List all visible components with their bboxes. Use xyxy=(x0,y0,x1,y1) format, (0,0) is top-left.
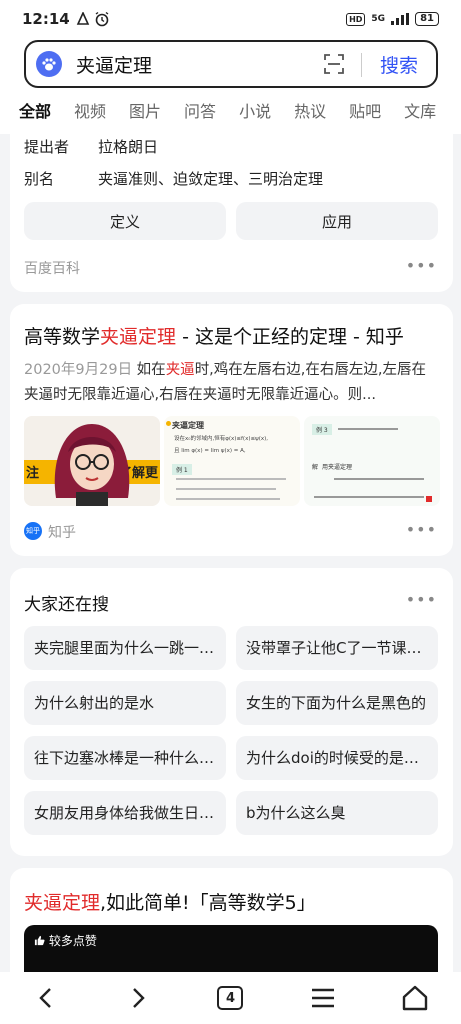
related-title: 大家还在搜 xyxy=(24,595,109,615)
search-header: 夹逼定理 搜索 全部 视频 图片 问答 小说 热议 贴吧 文库 xyxy=(0,38,461,134)
source-label[interactable]: 知乎 xyxy=(48,522,76,542)
thumbnail-example-slide[interactable]: 例 3 解 用夹逼定理 xyxy=(304,416,440,506)
alarm-icon xyxy=(95,11,109,27)
zhihu-result-card[interactable]: 高等数学夹逼定理 - 这是个正经的定理 - 知乎 2020年9月29日 如在夹逼… xyxy=(10,304,453,556)
alias-value: 夹逼准则、迫敛定理、三明治定理 xyxy=(98,170,324,188)
related-item[interactable]: 为什么doi的时候受的是哪方 xyxy=(236,736,438,780)
related-item[interactable]: b为什么这么臭 xyxy=(236,791,438,835)
popular-badge: 较多点赞 xyxy=(34,932,97,949)
proposer-value: 拉格朗日 xyxy=(98,138,159,156)
related-item[interactable]: 女朋友用身体给我做生日礼物 xyxy=(24,791,226,835)
related-item[interactable]: 夹完腿里面为什么一跳一跳的 xyxy=(24,626,226,670)
result-title[interactable]: 高等数学夹逼定理 - 这是个正经的定理 - 知乎 xyxy=(24,322,404,349)
related-item[interactable]: 往下边塞冰棒是一种什么体验 xyxy=(24,736,226,780)
related-item[interactable]: 女生的下面为什么是黑色的 xyxy=(236,681,438,725)
baike-card: 提出者 拉格朗日 别名 夹逼准则、迫敛定理、三明治定理 定义 应用 百度百科 •… xyxy=(10,124,453,292)
cartoon-girl-icon xyxy=(54,424,130,506)
tabs-button[interactable]: 4 xyxy=(210,978,250,1018)
result-thumbnails: 注 了解更 夹逼定理 设在x₀的邻域内,恒有φ(x)≤f(x)≤ψ(x), 且 … xyxy=(24,416,440,506)
divider xyxy=(361,53,362,77)
hd-badge: HD xyxy=(346,12,366,26)
thumbnail-avatar-image[interactable]: 注 了解更 xyxy=(24,416,160,506)
thumbs-up-icon xyxy=(34,935,45,946)
video-result-card[interactable]: 夹逼定理,如此简单!「高等数学5」 较多点赞 xyxy=(10,868,453,988)
hamburger-menu-icon xyxy=(311,988,334,1008)
search-box[interactable]: 夹逼定理 搜索 xyxy=(24,40,438,88)
proposer-label: 提出者 xyxy=(24,138,70,156)
video-title[interactable]: 夹逼定理,如此简单!「高等数学5」 xyxy=(24,888,316,915)
notification-icon xyxy=(76,12,89,25)
proposer-row: 提出者 拉格朗日 xyxy=(24,136,158,157)
search-input[interactable]: 夹逼定理 xyxy=(76,51,152,78)
tab-count: 4 xyxy=(217,986,244,1010)
bottom-navigation: 4 xyxy=(0,972,461,1024)
home-icon xyxy=(402,985,428,1011)
signal-icon xyxy=(391,13,410,25)
back-button[interactable] xyxy=(26,978,66,1018)
zhihu-logo-icon: 知乎 xyxy=(24,522,42,540)
menu-button[interactable] xyxy=(303,978,343,1018)
scan-icon[interactable] xyxy=(324,54,344,74)
related-searches-card: 大家还在搜 ••• 夹完腿里面为什么一跳一跳的 没带罩子让他C了一节课作文 为什… xyxy=(10,568,453,856)
more-options-icon[interactable]: ••• xyxy=(406,590,437,609)
alias-label: 别名 xyxy=(24,170,55,188)
baidu-paw-icon xyxy=(36,51,62,77)
home-button[interactable] xyxy=(395,978,435,1018)
related-item[interactable]: 为什么射出的是水 xyxy=(24,681,226,725)
status-bar: 12:14 HD 5G 81 xyxy=(0,0,461,38)
application-button[interactable]: 应用 xyxy=(236,202,438,240)
clock: 12:14 xyxy=(22,10,70,28)
alias-row: 别名 夹逼准则、迫敛定理、三明治定理 xyxy=(24,168,323,189)
more-options-icon[interactable]: ••• xyxy=(406,256,437,275)
thumbnail-theorem-slide[interactable]: 夹逼定理 设在x₀的邻域内,恒有φ(x)≤f(x)≤ψ(x), 且 lim φ(… xyxy=(164,416,300,506)
more-options-icon[interactable]: ••• xyxy=(406,520,437,539)
result-date: 2020年9月29日 xyxy=(24,362,133,378)
related-item[interactable]: 没带罩子让他C了一节课作文 xyxy=(236,626,438,670)
source-label[interactable]: 百度百科 xyxy=(24,258,80,278)
battery-indicator: 81 xyxy=(415,12,439,26)
signal-label: 5G xyxy=(371,14,386,24)
forward-button[interactable] xyxy=(118,978,158,1018)
definition-button[interactable]: 定义 xyxy=(24,202,226,240)
search-button[interactable]: 搜索 xyxy=(380,51,418,78)
result-snippet: 2020年9月29日 如在夹逼时,鸡在左唇右边,在右唇左边,左唇在夹逼时无限靠近… xyxy=(24,362,427,403)
chevron-left-icon xyxy=(39,988,51,1008)
chevron-right-icon xyxy=(133,988,145,1008)
